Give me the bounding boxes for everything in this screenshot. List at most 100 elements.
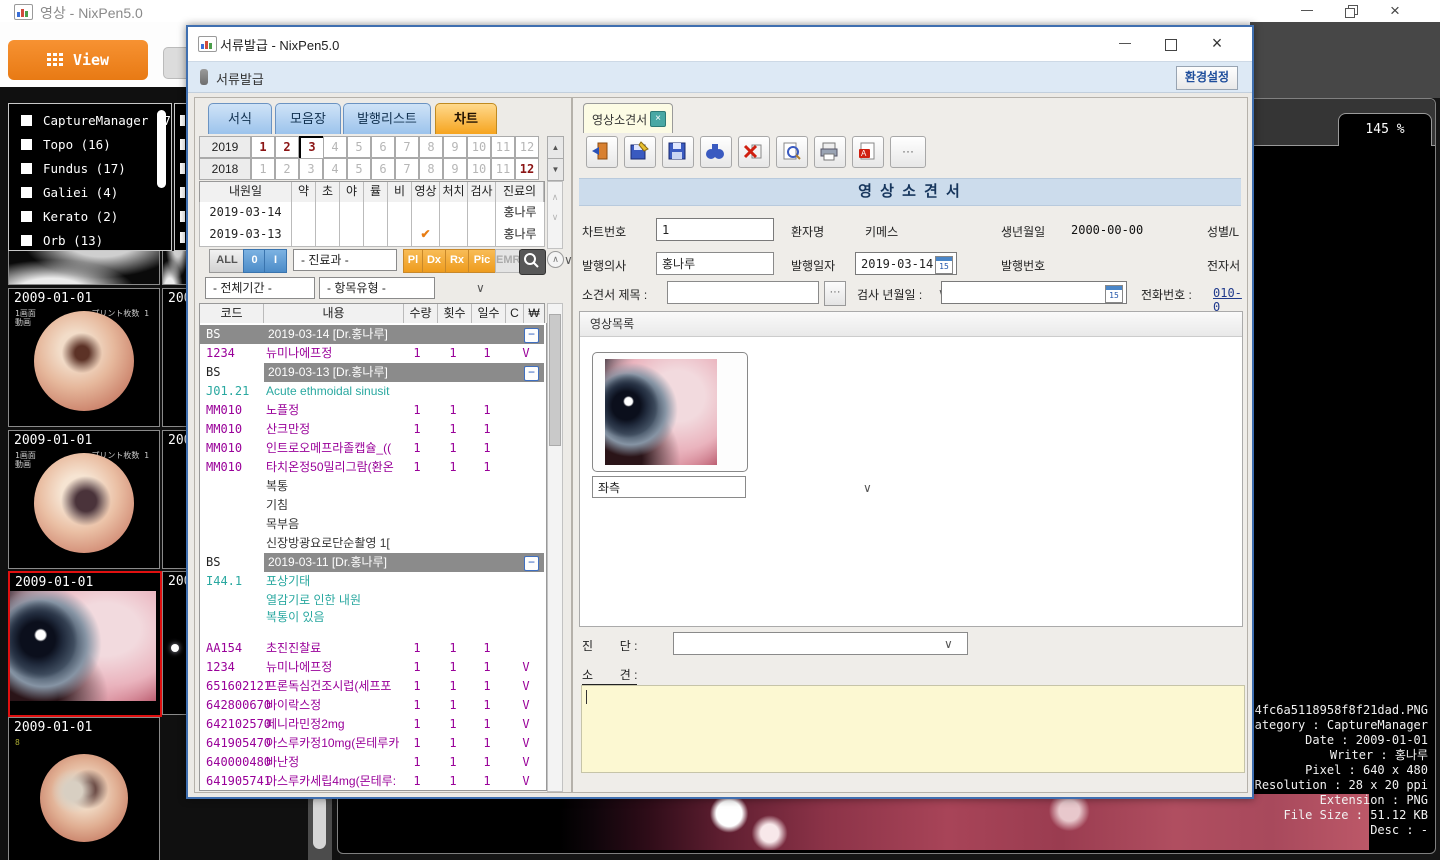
item-group-row[interactable]: BS2019-03-11 [Dr.홍나루]− xyxy=(200,553,544,572)
checkbox-icon[interactable] xyxy=(21,235,32,246)
calendar-month[interactable]: 10 xyxy=(467,136,491,158)
item-group-row[interactable]: BS2019-03-13 [Dr.홍나루]− xyxy=(200,363,544,382)
checkbox-icon[interactable] xyxy=(21,163,32,174)
item-row[interactable]: MM010타치온정50밀리그람(환온111 xyxy=(200,458,544,477)
item-row[interactable]: 1234뉴미나에프정111V xyxy=(200,344,544,363)
filter-rx-button[interactable]: Rx xyxy=(445,249,469,273)
calendar-icon[interactable]: 15 xyxy=(935,256,953,274)
item-row[interactable]: 열감기로 인한 내원 xyxy=(200,591,544,608)
item-row[interactable]: 1234뉴미나에프정111V xyxy=(200,658,544,677)
calendar-month[interactable]: 1 xyxy=(251,158,275,180)
tab-chart[interactable]: 차트 xyxy=(435,103,497,134)
checkbox-icon[interactable] xyxy=(21,139,32,150)
item-row[interactable]: 복통이 있음 xyxy=(200,608,544,625)
find-button[interactable] xyxy=(700,136,732,168)
print-button[interactable] xyxy=(814,136,846,168)
thumbnail-ear3[interactable]: 2009-01-018 xyxy=(8,717,160,860)
chart-no-input[interactable]: 1 xyxy=(656,218,774,241)
calendar-month[interactable]: 9 xyxy=(443,158,467,180)
eye-side-select[interactable]: 좌측∨ xyxy=(592,476,746,498)
category-item[interactable]: Kerato (2) xyxy=(9,205,171,229)
item-row[interactable]: 641905741아스루카세립4mg(몬테루:111V xyxy=(200,772,544,791)
item-row[interactable]: I44.1포상기태 xyxy=(200,572,544,591)
report-image-card[interactable] xyxy=(592,352,748,472)
item-type-select[interactable]: - 항목유형 -∨ xyxy=(319,277,435,299)
period-select[interactable]: - 전체기간 -∨ xyxy=(205,277,315,299)
delete-button[interactable] xyxy=(738,136,770,168)
calendar-month[interactable]: 3 xyxy=(299,158,323,180)
settings-button[interactable]: 환경설정 xyxy=(1176,66,1238,90)
filter-o-button[interactable]: 0 xyxy=(243,249,266,273)
item-row[interactable]: 복통 xyxy=(200,477,544,496)
item-row[interactable]: 목부음 xyxy=(200,515,544,534)
calendar-down-button[interactable]: ▼ xyxy=(547,158,564,181)
item-row[interactable]: 기침 xyxy=(200,496,544,515)
item-row[interactable]: 640000480바난정111V xyxy=(200,753,544,772)
item-row[interactable]: J01.21Acute ethmoidal sinusit xyxy=(200,382,544,401)
calendar-month[interactable]: 3 xyxy=(299,136,325,160)
title-more-button[interactable]: ··· xyxy=(824,281,846,306)
thumbnail-partial-col2[interactable] xyxy=(162,251,188,285)
item-row[interactable]: 642800670바이락스정111V xyxy=(200,696,544,715)
dialog-close-button[interactable]: × xyxy=(1210,37,1224,51)
issue-date-input[interactable]: 2019-03-14 15 xyxy=(855,252,957,275)
filter-emr-button[interactable]: EMR xyxy=(495,249,520,273)
calendar-month[interactable]: 6 xyxy=(371,158,395,180)
calendar-icon[interactable]: 15 xyxy=(1105,285,1123,303)
item-row[interactable]: 신장방광요로단순촬영 1[ xyxy=(200,534,544,553)
report-title-select[interactable]: ∨ xyxy=(667,281,819,304)
collapse-panel-button[interactable]: ∧ xyxy=(547,251,564,268)
calendar-month[interactable]: 10 xyxy=(467,158,491,180)
filter-all-button[interactable]: ALL xyxy=(209,249,245,273)
item-row[interactable]: MM010인트로오메프라졸캡슐_((111 xyxy=(200,439,544,458)
visit-scrollbar[interactable]: ∧∨ xyxy=(547,181,563,249)
calendar-month[interactable]: 2 xyxy=(275,136,299,158)
calendar-month[interactable]: 9 xyxy=(443,136,467,158)
calendar-month[interactable]: 5 xyxy=(347,136,371,158)
exit-button[interactable] xyxy=(586,136,618,168)
item-table-scrollbar[interactable] xyxy=(547,303,563,792)
item-row[interactable]: 641905470아스루카정10mg(몬테루카111V xyxy=(200,734,544,753)
save-edit-button[interactable] xyxy=(624,136,656,168)
calendar-up-button[interactable]: ▲ xyxy=(547,136,564,159)
visit-row[interactable]: 2019-03-14홍나루 xyxy=(199,202,545,225)
category-item[interactable]: Orb (13) xyxy=(9,229,171,253)
calendar-month[interactable]: 11 xyxy=(491,136,515,158)
thumbnail-eye[interactable]: 2009-01-01 xyxy=(8,571,162,717)
calendar-month[interactable]: 4 xyxy=(323,136,347,158)
thumbnail-partial[interactable] xyxy=(8,251,160,285)
item-row[interactable]: 642102570페니라민정2mg111V xyxy=(200,715,544,734)
preview-button[interactable] xyxy=(776,136,808,168)
issue-doctor-select[interactable]: 홍나루∨ xyxy=(656,252,774,275)
calendar-month[interactable]: 1 xyxy=(251,136,275,158)
scrollbar-thumb[interactable] xyxy=(313,795,326,849)
category-item[interactable]: Fundus (17) xyxy=(9,157,171,181)
item-row[interactable]: MM010노플정111 xyxy=(200,401,544,420)
calendar-month[interactable]: 12 xyxy=(515,136,539,158)
minimize-button[interactable] xyxy=(1300,4,1314,18)
save-button[interactable] xyxy=(662,136,694,168)
calendar-month[interactable]: 12 xyxy=(515,158,539,180)
category-scrollbar[interactable] xyxy=(157,110,166,188)
filter-pl-button[interactable]: Pl xyxy=(403,249,423,273)
checkbox-icon[interactable] xyxy=(21,187,32,198)
calendar-month[interactable]: 2 xyxy=(275,158,299,180)
dialog-maximize-button[interactable] xyxy=(1164,37,1178,51)
calendar-month[interactable]: 5 xyxy=(347,158,371,180)
tab-doc-1[interactable]: 모음장 xyxy=(275,103,341,134)
diagnosis-select[interactable]: ∨ xyxy=(673,632,968,655)
close-button[interactable]: × xyxy=(1388,4,1402,18)
item-group-row[interactable]: BS2019-03-14 [Dr.홍나루]− xyxy=(200,325,544,344)
tab-doc-2[interactable]: 발행리스트 xyxy=(343,103,431,134)
filter-pic-button[interactable]: Pic xyxy=(468,249,496,273)
category-item[interactable]: Galiei (4) xyxy=(9,181,171,205)
thumbnail-ear[interactable]: 2009-01-011画面動画プリント枚数 1 xyxy=(8,288,160,427)
item-row[interactable]: MM010산크만정111 xyxy=(200,420,544,439)
category-item[interactable]: CaptureManager (7 xyxy=(9,109,171,133)
panel-scrollbar[interactable] xyxy=(308,792,332,860)
department-select[interactable]: - 진료과 -∨ xyxy=(293,249,397,271)
tab-doc-0[interactable]: 서식 xyxy=(208,103,272,134)
pdf-export-button[interactable]: A xyxy=(852,136,884,168)
view-button[interactable]: View xyxy=(8,40,148,80)
opinion-textarea[interactable] xyxy=(581,685,1245,773)
